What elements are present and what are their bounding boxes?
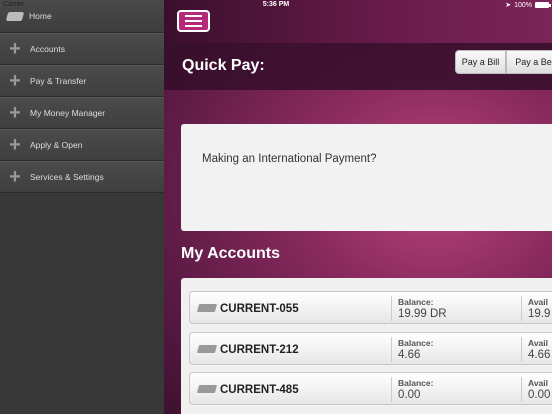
balance-label: Balance:: [398, 378, 434, 388]
status-time: 5:36 PM: [262, 1, 290, 8]
sidebar-item-pay-transfer[interactable]: + Pay & Transfer: [0, 65, 164, 97]
available-value: 4.66: [528, 349, 551, 361]
available-label: Avail: [528, 378, 549, 388]
account-row[interactable]: CURRENT-485 Balance: 0.00 Avail 0.00: [189, 372, 552, 405]
status-bar: Carrier 5:36 PM ➤ 100%: [0, 0, 552, 11]
hamburger-icon: [185, 15, 202, 17]
balance-value: 4.66: [398, 349, 421, 361]
plus-icon: +: [9, 134, 21, 156]
sidebar-item-label: Pay & Transfer: [30, 76, 87, 86]
balance-value: 19.99 DR: [398, 308, 447, 320]
sidebar-item-label: Apply & Open: [30, 140, 83, 150]
quick-pay-title: Quick Pay:: [182, 57, 265, 74]
account-name: CURRENT-055: [220, 303, 299, 315]
my-accounts-title: My Accounts: [181, 245, 280, 262]
plus-icon: +: [9, 102, 21, 124]
sidebar-item-money-manager[interactable]: + My Money Manager: [0, 97, 164, 129]
plus-icon: +: [9, 38, 21, 60]
sidebar-item-label: Home: [29, 11, 52, 21]
pay-bill-button[interactable]: Pay a Bill: [455, 50, 506, 74]
account-row[interactable]: CURRENT-212 Balance: 4.66 Avail 4.66: [189, 332, 552, 365]
available-value: 0.00: [528, 389, 551, 401]
pay-beneficiary-button[interactable]: Pay a Ben: [506, 50, 552, 74]
battery-icon: [535, 2, 551, 8]
balance-value: 0.00: [398, 389, 421, 401]
card-icon: [196, 385, 218, 393]
plus-icon: +: [9, 166, 21, 188]
international-payment-card[interactable]: Making an International Payment?: [181, 124, 552, 231]
available-value: 19.9: [528, 308, 551, 320]
card-icon: [196, 304, 218, 312]
international-payment-text: Making an International Payment?: [202, 153, 377, 165]
sidebar-item-label: Services & Settings: [30, 172, 104, 182]
plus-icon: +: [9, 70, 21, 92]
sidebar-item-accounts[interactable]: + Accounts: [0, 33, 164, 65]
card-icon: [5, 11, 25, 21]
menu-button[interactable]: [177, 10, 210, 32]
location-icon: ➤: [505, 2, 512, 9]
balance-label: Balance:: [398, 297, 434, 307]
available-label: Avail: [528, 297, 549, 307]
status-right: ➤ 100%: [505, 1, 551, 9]
sidebar-item-services-settings[interactable]: + Services & Settings: [0, 161, 164, 193]
quick-pay-bar: Quick Pay: Pay a Bill Pay a Ben: [164, 43, 552, 90]
accounts-panel: CURRENT-055 Balance: 19.99 DR Avail 19.9…: [181, 278, 552, 414]
card-icon: [196, 345, 218, 353]
battery-percent: 100%: [514, 1, 532, 9]
sidebar: Home + Accounts + Pay & Transfer + My Mo…: [0, 0, 164, 414]
available-label: Avail: [528, 338, 549, 348]
account-row[interactable]: CURRENT-055 Balance: 19.99 DR Avail 19.9: [189, 291, 552, 324]
account-name: CURRENT-212: [220, 344, 299, 356]
sidebar-item-label: My Money Manager: [30, 108, 106, 118]
sidebar-item-apply-open[interactable]: + Apply & Open: [0, 129, 164, 161]
account-name: CURRENT-485: [220, 384, 299, 396]
main-panel: Quick Pay: Pay a Bill Pay a Ben Making a…: [164, 0, 552, 414]
sidebar-item-label: Accounts: [30, 44, 65, 54]
balance-label: Balance:: [398, 338, 434, 348]
